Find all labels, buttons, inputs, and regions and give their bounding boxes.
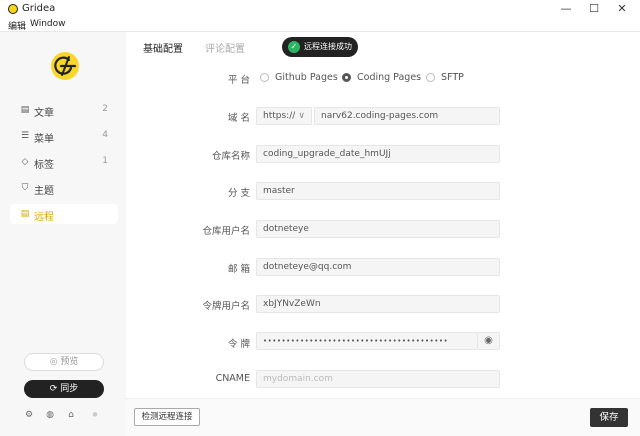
cname-input[interactable]: mydomain.com: [256, 370, 500, 388]
platform-label: 平 台: [227, 75, 250, 86]
menu-window[interactable]: Window: [30, 19, 66, 29]
gridea-logo-icon: [51, 52, 79, 80]
token-user-input[interactable]: xbJYNvZeWn: [256, 295, 500, 313]
globe-icon[interactable]: ◍: [45, 410, 55, 420]
protocol-value: https://: [263, 111, 296, 121]
menu-bar: 编辑 Window: [0, 18, 640, 32]
sidebar-item-label: 远程: [34, 212, 54, 223]
sidebar-item-label: 标签: [34, 160, 54, 171]
sidebar-item-count: 2: [102, 104, 108, 114]
menu-icon: ☰: [20, 131, 30, 141]
repo-input[interactable]: coding_upgrade_date_hmUJj: [256, 145, 500, 163]
remote-icon: ▤: [20, 209, 30, 219]
minimize-button[interactable]: —: [554, 1, 578, 17]
check-icon: ✓: [288, 41, 300, 53]
email-input[interactable]: dotneteye@qq.com: [256, 258, 500, 276]
footer-bar: 检测远程连接 保存: [126, 398, 640, 436]
token-user-label: 令牌用户名: [202, 301, 250, 312]
email-label: 邮 箱: [227, 264, 250, 275]
shirt-icon: ⛉: [21, 183, 29, 193]
toast-text: 远程连接成功: [304, 42, 352, 51]
app-title: Gridea: [22, 3, 56, 14]
tab-comment-settings[interactable]: 评论配置: [205, 40, 245, 55]
token-label: 令 牌: [227, 339, 250, 350]
repo-label: 仓库名称: [211, 151, 250, 162]
settings-icon[interactable]: ⚙: [24, 410, 34, 420]
success-toast: ✓ 远程连接成功: [282, 37, 358, 57]
status-dot-icon: ●: [92, 411, 98, 418]
branch-input[interactable]: master: [256, 182, 500, 200]
article-icon: ▤: [20, 105, 30, 115]
token-input[interactable]: ••••••••••••••••••••••••••••••••••••••••: [256, 332, 478, 350]
radio-label: Coding Pages: [357, 72, 422, 83]
eye-icon[interactable]: ◉: [478, 332, 500, 350]
cname-label: CNAME: [215, 373, 250, 384]
sidebar-item-label: 文章: [34, 108, 54, 119]
github-icon[interactable]: ⌂: [66, 410, 76, 420]
save-button[interactable]: 保存: [590, 408, 628, 427]
sidebar-item-remote[interactable]: ▤ 远程: [10, 204, 118, 224]
title-bar: Gridea — ☐ ✕: [0, 0, 640, 18]
radio-label: Github Pages: [275, 72, 338, 83]
tab-basic-settings[interactable]: 基础配置: [143, 40, 183, 55]
protocol-select[interactable]: https:// ∨: [256, 107, 312, 125]
sidebar-item-label: 菜单: [34, 134, 54, 145]
sidebar-item-theme[interactable]: ⛉ 主题: [10, 178, 118, 198]
check-connection-button[interactable]: 检测远程连接: [134, 408, 200, 426]
domain-input[interactable]: narv62.coding-pages.com: [314, 107, 500, 125]
sidebar-item-tags[interactable]: ◇ 标签 1: [10, 152, 118, 172]
sidebar: ▤ 文章 2 ☰ 菜单 4 ◇ 标签 1 ⛉ 主题 ▤ 远程 ◎ 预览 ⟳ 同步…: [0, 32, 126, 436]
tag-icon: ◇: [21, 157, 29, 167]
preview-button[interactable]: ◎ 预览: [24, 353, 104, 371]
close-button[interactable]: ✕: [610, 1, 634, 17]
app-icon: [8, 4, 18, 14]
sidebar-item-articles[interactable]: ▤ 文章 2: [10, 100, 118, 120]
sidebar-item-menu[interactable]: ☰ 菜单 4: [10, 126, 118, 146]
repo-user-label: 仓库用户名: [202, 226, 250, 237]
chevron-down-icon: ∨: [298, 111, 305, 121]
repo-user-input[interactable]: dotneteye: [256, 220, 500, 238]
maximize-button[interactable]: ☐: [582, 1, 606, 17]
sidebar-item-count: 4: [102, 130, 108, 140]
main-panel: 基础配置 评论配置 ✓ 远程连接成功 平 台 Github Pages Codi…: [126, 32, 640, 436]
sidebar-item-count: 1: [102, 156, 108, 166]
radio-dot: [426, 73, 435, 82]
sync-button[interactable]: ⟳ 同步: [24, 380, 104, 398]
menu-edit[interactable]: 编辑: [8, 19, 26, 32]
domain-label: 域 名: [227, 113, 250, 124]
branch-label: 分 支: [227, 188, 250, 199]
sidebar-item-label: 主题: [34, 186, 54, 197]
radio-dot: [260, 73, 269, 82]
radio-label: SFTP: [441, 72, 464, 83]
radio-dot: [342, 73, 351, 82]
